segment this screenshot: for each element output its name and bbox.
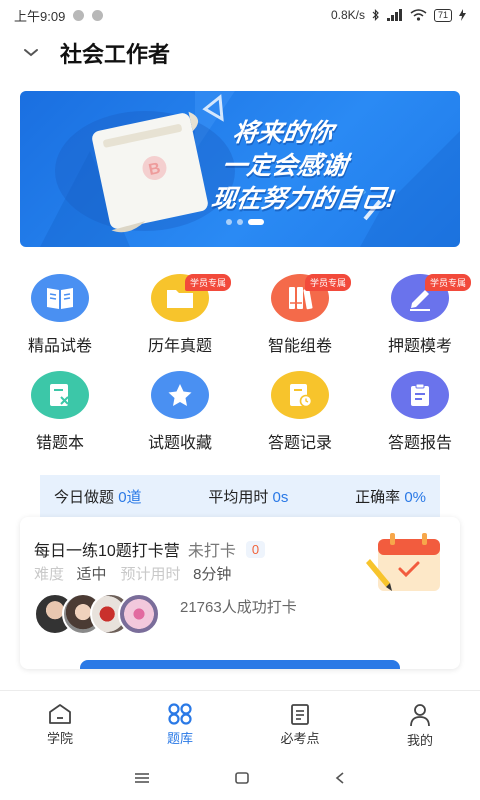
grid-icon: [168, 703, 192, 725]
record-icon: [271, 371, 329, 419]
banner-line-1: 将来的你: [230, 119, 335, 147]
tab-label: 我的: [406, 733, 433, 748]
back-icon[interactable]: [334, 771, 346, 785]
feature-row: 精品试卷 学员专属 历年真题 学员专属 智能组卷 学员专属 押题模考: [0, 268, 480, 365]
tab-mine[interactable]: 我的: [360, 691, 480, 756]
pager-dot: [237, 219, 243, 225]
banner-pager: [226, 219, 264, 225]
feature-item-history[interactable]: 答题记录: [240, 365, 360, 462]
stat-value: 0%: [404, 488, 426, 506]
stats-bar: 今日做题 0道 平均用时 0s 正确率 0%: [40, 475, 440, 517]
network-speed: 0.8K/s: [330, 8, 365, 22]
pager-dot-active: [248, 219, 264, 225]
time-label: 预计用时: [120, 566, 181, 583]
checkin-people-count: 21763人成功打卡: [180, 599, 297, 616]
feature-item-wrong-questions[interactable]: 错题本: [0, 365, 120, 462]
stat-label: 平均用时: [208, 488, 269, 506]
avatar: [118, 593, 160, 635]
notification-icon: [73, 9, 85, 21]
daily-practice-card[interactable]: 每日一练10题打卡营 未打卡 0 难度 适中 预计用时 8分钟 21763人成功…: [20, 517, 460, 669]
feature-label: 答题记录: [267, 435, 332, 452]
feature-label: 智能组卷: [267, 338, 332, 355]
book-icon: [31, 274, 89, 322]
charging-icon: [459, 9, 466, 21]
difficulty-label: 难度: [34, 566, 65, 583]
stat-today: 今日做题 0道: [54, 486, 142, 507]
bluetooth-icon: [372, 8, 379, 21]
member-badge: 学员专属: [305, 274, 352, 291]
feature-label: 精品试卷: [27, 338, 92, 355]
feature-item-papers[interactable]: 精品试卷: [0, 268, 120, 365]
status-time: 上午9:09: [14, 8, 66, 24]
system-navigation-bar: [0, 756, 480, 800]
banner-slogan: 将来的你 一定会感谢 现在努力的自己!: [209, 117, 406, 216]
wifi-icon: [410, 9, 427, 21]
feature-item-mock-exam[interactable]: 学员专属 押题模考: [360, 268, 480, 365]
feature-label: 历年真题: [147, 338, 212, 355]
error-note-icon: [31, 371, 89, 419]
stat-label: 今日做题: [54, 488, 115, 506]
feature-row: 错题本 试题收藏 答题记录 答题报告: [0, 365, 480, 462]
pager-dot: [226, 219, 232, 225]
tab-college[interactable]: 学院: [0, 691, 120, 756]
promo-banner[interactable]: B 将来的你 一定会感谢 现在努力的自己!: [20, 91, 460, 247]
status-bar-left: 上午9:09: [14, 6, 104, 25]
home-button-icon[interactable]: [234, 771, 250, 785]
battery-icon: 71: [433, 8, 452, 22]
banner-line-2: 一定会感谢: [220, 152, 350, 180]
status-bar-right: 0.8K/s 71: [331, 8, 466, 22]
checkin-status: 未打卡: [187, 543, 236, 560]
feature-item-past-exams[interactable]: 学员专属 历年真题: [120, 268, 240, 365]
stat-label: 正确率: [355, 488, 401, 506]
stat-value: 0道: [118, 488, 142, 506]
tab-question-bank[interactable]: 题库: [120, 691, 240, 756]
feature-label: 错题本: [35, 435, 84, 452]
checkin-count: 0: [245, 540, 266, 558]
tab-key-points[interactable]: 必考点: [240, 691, 360, 756]
stat-value: 0s: [272, 488, 289, 506]
bottom-navigation: 学院 题库 必考点 我的: [0, 690, 480, 756]
feature-item-smart-paper[interactable]: 学员专属 智能组卷: [240, 268, 360, 365]
feature-grid: 精品试卷 学员专属 历年真题 学员专属 智能组卷 学员专属 押题模考 错题本 试…: [0, 268, 480, 462]
tab-label: 学院: [46, 731, 73, 746]
report-icon: [391, 371, 449, 419]
notification-icon: [92, 9, 104, 21]
menu-icon[interactable]: [134, 772, 150, 784]
star-icon: [151, 371, 209, 419]
page-title[interactable]: 社会工作者: [60, 37, 170, 69]
feature-label: 答题报告: [387, 435, 452, 452]
chevron-down-icon[interactable]: [22, 44, 40, 62]
member-badge: 学员专属: [425, 274, 472, 291]
member-badge: 学员专属: [185, 274, 232, 291]
document-icon: [291, 704, 309, 725]
time-value: 8分钟: [193, 566, 232, 583]
checkin-button[interactable]: [80, 660, 400, 669]
card-title: 每日一练10题打卡营: [34, 543, 180, 560]
card-meta: 难度 适中 预计用时 8分钟: [34, 563, 231, 584]
home-icon: [49, 704, 71, 724]
feature-label: 试题收藏: [147, 435, 212, 452]
avatar-group: [34, 593, 160, 635]
calendar-icon: [366, 533, 440, 591]
stat-average-time: 平均用时 0s: [208, 486, 288, 507]
tab-label: 必考点: [280, 731, 320, 746]
difficulty-value: 适中: [76, 566, 107, 583]
feature-item-favorites[interactable]: 试题收藏: [120, 365, 240, 462]
tab-label: 题库: [166, 731, 193, 746]
stat-accuracy: 正确率 0%: [355, 486, 426, 507]
feature-label: 押题模考: [387, 338, 452, 355]
feature-item-report[interactable]: 答题报告: [360, 365, 480, 462]
banner-line-3: 现在努力的自己!: [209, 185, 397, 213]
status-bar: 上午9:09 0.8K/s 71: [0, 0, 480, 30]
page-header: 社会工作者: [0, 30, 480, 76]
person-icon: [410, 704, 430, 727]
signal-icon: [386, 9, 402, 21]
card-title-row: 每日一练10题打卡营 未打卡 0: [34, 537, 266, 561]
